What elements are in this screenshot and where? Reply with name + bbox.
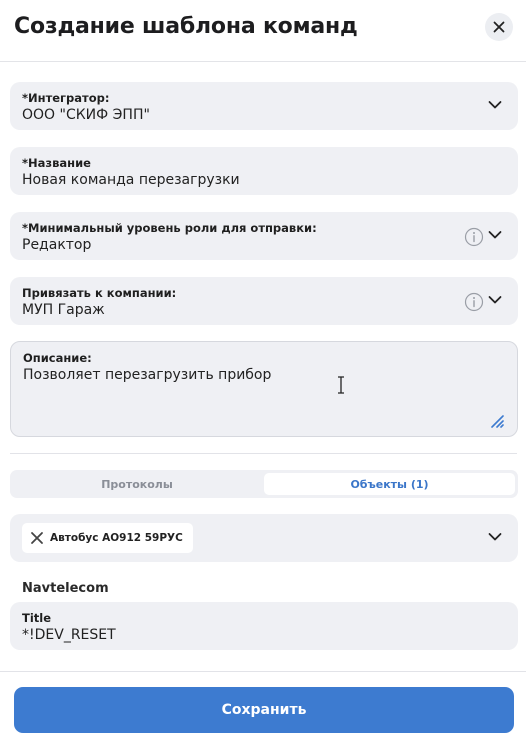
title-field[interactable]: Title *!DEV_RESET (10, 602, 518, 650)
remove-chip-icon[interactable] (30, 531, 44, 545)
chevron-down-icon[interactable] (488, 100, 502, 110)
objects-select[interactable]: Автобус АО912 59РУС (10, 514, 518, 562)
dialog-header: Создание шаблона команд (0, 0, 526, 62)
chevron-down-icon[interactable] (488, 295, 502, 305)
company-label: Привязать к компании: (22, 286, 177, 300)
integrator-select[interactable]: *Интегратор: ООО "СКИФ ЭПП" (10, 82, 518, 130)
name-label: *Название (22, 156, 91, 170)
title-input[interactable]: *!DEV_RESET (22, 627, 116, 643)
object-chip: Автобус АО912 59РУС (22, 523, 193, 553)
info-icon[interactable] (464, 227, 484, 247)
description-label: Описание: (23, 351, 92, 365)
chevron-down-icon[interactable] (488, 532, 502, 542)
min-role-select[interactable]: *Минимальный уровень роли для отправки: … (10, 212, 518, 260)
resize-handle-icon[interactable] (489, 414, 505, 428)
chevron-down-icon[interactable] (488, 230, 502, 240)
title-label: Title (22, 611, 52, 625)
tab-objects[interactable]: Объекты (1) (264, 473, 515, 495)
description-value[interactable]: Позволяет перезагрузить прибор (23, 367, 271, 383)
integrator-label: *Интегратор: (22, 91, 110, 105)
section-divider (10, 453, 517, 454)
close-button[interactable] (485, 13, 513, 41)
save-button[interactable]: Сохранить (14, 687, 514, 733)
footer-divider (0, 671, 526, 672)
dialog-title: Создание шаблона команд (14, 14, 358, 39)
tab-bar: Протоколы Объекты (1) (10, 470, 518, 498)
integrator-value: ООО "СКИФ ЭПП" (22, 107, 150, 123)
company-value: МУП Гараж (22, 302, 105, 318)
name-field[interactable]: *Название Новая команда перезагрузки (10, 147, 518, 195)
protocol-name: Navtelecom (22, 581, 109, 596)
description-textarea[interactable]: Описание: Позволяет перезагрузить прибор (10, 341, 518, 437)
min-role-value: Редактор (22, 237, 92, 253)
min-role-label: *Минимальный уровень роли для отправки: (22, 221, 317, 235)
text-cursor-icon (338, 376, 344, 394)
tab-protocols[interactable]: Протоколы (13, 473, 261, 495)
object-chip-label: Автобус АО912 59РУС (50, 532, 183, 544)
close-icon (493, 21, 505, 33)
info-icon[interactable] (464, 292, 484, 312)
name-input[interactable]: Новая команда перезагрузки (22, 172, 240, 188)
company-select[interactable]: Привязать к компании: МУП Гараж (10, 277, 518, 325)
